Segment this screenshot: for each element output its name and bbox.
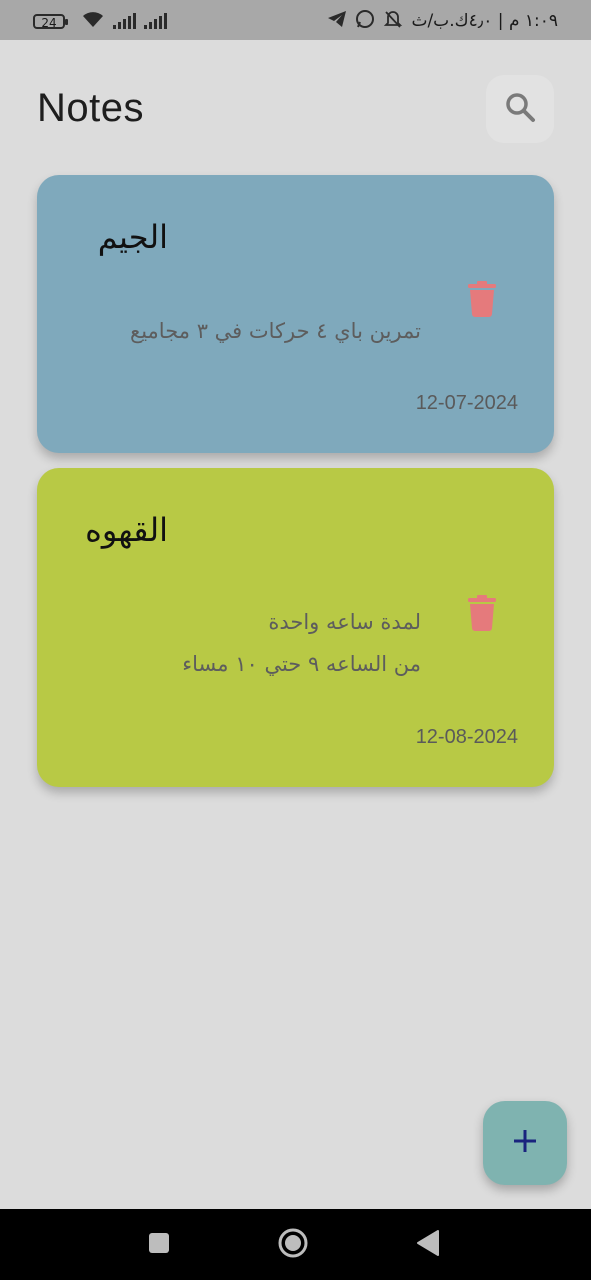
wifi-icon: [81, 10, 105, 32]
triangle-back-icon: [414, 1229, 440, 1261]
note-date: 12-07-2024: [415, 392, 518, 414]
trash-icon: [467, 595, 497, 635]
note-body-line: من الساعه ٩ حتي ١٠ مساء: [182, 652, 421, 676]
muted-bell-icon: [383, 9, 403, 34]
home-button[interactable]: [277, 1227, 309, 1263]
signal-icon: [144, 13, 167, 29]
note-title: القهوه: [85, 511, 168, 549]
square-recents-icon: [147, 1231, 171, 1259]
note-body-line: لمدة ساعه واحدة: [268, 610, 421, 634]
note-card[interactable]: الجيم تمرين باي ٤ حركات في ٣ مجاميع 12-0…: [37, 175, 554, 453]
note-card[interactable]: القهوه لمدة ساعه واحدة من الساعه ٩ حتي ١…: [37, 468, 554, 787]
note-body: تمرين باي ٤ حركات في ٣ مجاميع: [130, 310, 421, 352]
telegram-icon: [327, 10, 347, 33]
note-body-line: تمرين باي ٤ حركات في ٣ مجاميع: [130, 319, 421, 343]
whatsapp-icon: [355, 9, 375, 34]
status-bar: 24 ١:٠٩ م | ٤٫٠ك.ب/ث: [0, 0, 591, 40]
search-icon: [503, 90, 537, 128]
status-time: ١:٠٩ م | ٤٫٠ك.ب/ث: [411, 11, 558, 31]
delete-button[interactable]: [467, 595, 497, 631]
circle-home-icon: [277, 1227, 309, 1263]
note-date: 12-08-2024: [415, 726, 518, 748]
trash-icon: [467, 281, 497, 321]
note-body: لمدة ساعه واحدة من الساعه ٩ حتي ١٠ مساء: [182, 601, 421, 685]
recents-button[interactable]: [143, 1229, 175, 1261]
note-title: الجيم: [97, 218, 168, 256]
status-left: 24: [33, 10, 167, 32]
add-note-button[interactable]: [483, 1101, 567, 1185]
page-title: Notes: [37, 86, 144, 130]
status-right: ١:٠٩ م | ٤٫٠ك.ب/ث: [327, 9, 558, 33]
signal-icon: [113, 13, 136, 29]
delete-button[interactable]: [467, 281, 497, 317]
battery-icon: 24: [33, 13, 68, 30]
system-nav-bar: [0, 1209, 591, 1280]
plus-icon: [512, 1128, 538, 1158]
back-button[interactable]: [411, 1229, 443, 1261]
search-button[interactable]: [486, 75, 554, 143]
